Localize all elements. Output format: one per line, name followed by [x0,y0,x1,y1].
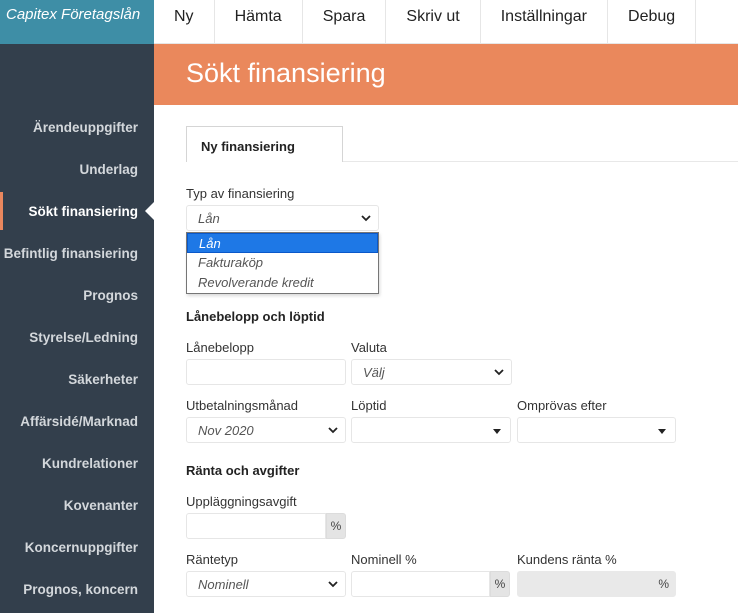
typ-dropdown-list: Lån Fakturaköp Revolverande kredit [186,232,379,294]
nav-save[interactable]: Spara [303,0,387,44]
lanebelopp-input[interactable] [186,359,346,385]
percent-unit: % [658,577,669,591]
utbetalningsmanad-value: Nov 2020 [198,423,254,438]
active-indicator [0,192,3,230]
loptid-label: Löptid [351,398,387,413]
utbetalningsmanad-select[interactable]: Nov 2020 [186,417,346,443]
typ-label: Typ av finansiering [186,186,295,201]
top-nav: Ny Hämta Spara Skriv ut Inställningar De… [154,0,738,44]
caret-down-icon [658,429,666,434]
sidebar-item-sakerheter[interactable]: Säkerheter [68,372,138,387]
active-arrow-icon [145,202,154,220]
sidebar-item-kovenanter[interactable]: Kovenanter [64,498,138,513]
valuta-label: Valuta [351,340,387,355]
option-fakturakop[interactable]: Fakturaköp [187,253,378,273]
caret-down-icon [493,429,501,434]
sidebar-item-prognos[interactable]: Prognos [83,288,138,303]
typ-value: Lån [198,211,220,226]
valuta-select[interactable]: Välj [351,359,512,385]
nominell-input[interactable] [351,571,490,597]
section-title-ranta: Ränta och avgifter [186,463,300,478]
nav-settings[interactable]: Inställningar [481,0,609,44]
nominell-label: Nominell % [351,552,417,567]
tab-divider [343,161,738,162]
rantetyp-label: Räntetyp [186,552,239,567]
percent-addon: % [326,513,346,539]
sidebar-item-befintlig-finansiering[interactable]: Befintlig finansiering [4,246,138,261]
omprovas-select[interactable] [517,417,676,443]
nav-print[interactable]: Skriv ut [386,0,481,44]
loptid-select[interactable] [351,417,511,443]
sidebar-item-prognos-koncern[interactable]: Prognos, koncern [23,582,138,597]
chevron-down-icon [360,210,372,226]
upplaggningsavgift-label: Uppläggningsavgift [186,494,297,509]
kundens-ranta-label: Kundens ränta % [517,552,617,567]
rantetyp-value: Nominell [198,577,249,592]
sidebar-item-affarside-marknad[interactable]: Affärsidé/Marknad [20,414,138,429]
typ-select[interactable]: Lån [186,205,379,231]
percent-addon: % [490,571,510,597]
nav-debug[interactable]: Debug [608,0,697,44]
sidebar-item-underlag[interactable]: Underlag [79,162,138,177]
sidebar-item-arendeuppgifter[interactable]: Ärendeuppgifter [33,120,138,135]
rantetyp-select[interactable]: Nominell [186,571,346,597]
sidebar: Ärendeuppgifter Underlag Sökt finansieri… [0,44,154,613]
kundens-ranta-input: % [517,571,676,597]
upplaggningsavgift-input[interactable] [186,513,326,539]
utbetalningsmanad-label: Utbetalningsmånad [186,398,299,413]
lanebelopp-label: Lånebelopp [186,340,254,355]
omprovas-label: Omprövas efter [517,398,607,413]
option-lan[interactable]: Lån [187,233,378,253]
chevron-down-icon [493,364,505,380]
section-title-loan: Lånebelopp och löptid [186,309,325,324]
brand-name: Capitex Företagslån [6,6,141,23]
chevron-down-icon [327,422,339,438]
sidebar-item-koncernuppgifter[interactable]: Koncernuppgifter [25,540,138,555]
nav-fetch[interactable]: Hämta [215,0,303,44]
page-header: Sökt finansiering [154,44,738,105]
page-title: Sökt finansiering [186,58,386,88]
sidebar-item-kundrelationer[interactable]: Kundrelationer [42,456,138,471]
chevron-down-icon [327,576,339,592]
sidebar-item-sokt-finansiering[interactable]: Sökt finansiering [28,204,138,219]
valuta-value: Välj [363,365,385,380]
option-revolverande-kredit[interactable]: Revolverande kredit [187,273,378,293]
nav-new[interactable]: Ny [154,0,215,44]
sidebar-item-styrelse-ledning[interactable]: Styrelse/Ledning [29,330,138,345]
app-brand: Capitex Företagslån [0,0,154,44]
tab-ny-finansiering[interactable]: Ny finansiering [186,126,343,162]
